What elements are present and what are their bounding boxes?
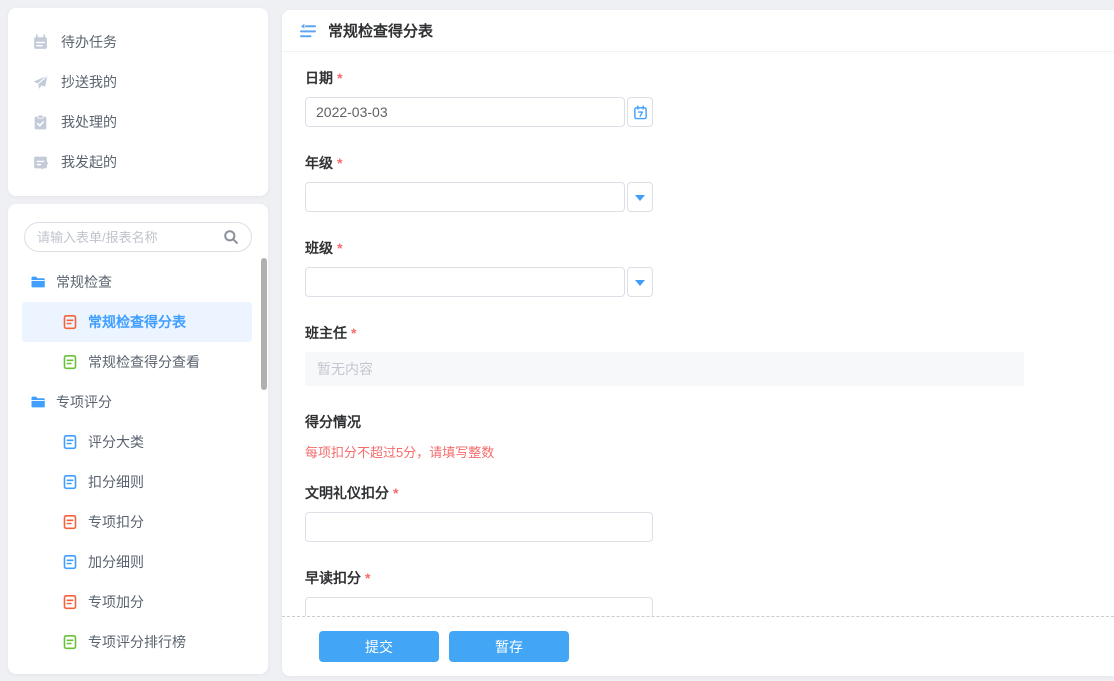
tree-label: 常规检查 [56,274,112,290]
head-teacher-input [305,352,1024,386]
grade-select-input[interactable] [305,182,625,212]
civility-deduction-input[interactable] [305,512,653,542]
tree-label: 扣分细则 [88,474,144,490]
field-grade: 年级 * [305,153,1024,212]
score-section-hint: 每项扣分不超过5分，请填写整数 [305,445,495,460]
field-civility-deduction: 文明礼仪扣分 * [305,483,1024,542]
page-title: 常规检查得分表 [328,23,434,40]
todo-tasks-icon [32,34,49,51]
tree-folder-regular-inspection[interactable]: 常规检查 [22,262,252,302]
tree-folder-special-rating[interactable]: 专项评分 [22,382,252,422]
tree-label: 专项加分 [88,594,144,610]
tree-item-special-bonus[interactable]: 专项加分 [22,582,252,622]
class-dropdown-button[interactable] [627,267,653,297]
collapse-menu-icon[interactable] [298,21,318,41]
tree-item-bonus-rules[interactable]: 加分细则 [22,542,252,582]
document-icon [62,434,78,450]
tree-label: 评分大类 [88,434,144,450]
calendar-icon [633,105,648,120]
class-label: 班级 [305,240,333,256]
nav-item-label: 抄送我的 [61,74,117,90]
tree-label: 常规检查得分查看 [88,354,200,370]
date-input[interactable] [305,97,625,127]
tree-label: 专项扣分 [88,514,144,530]
date-picker-button[interactable] [627,97,653,127]
search-input[interactable] [37,229,223,245]
form-panel: 常规检查得分表 日期* 年级* 班级* [282,10,1114,676]
document-icon [62,554,78,570]
tree-label: 常规检查得分表 [88,314,186,330]
required-marker: * [393,485,399,501]
field-class: 班级 * [305,238,1024,297]
required-marker: * [337,70,343,86]
nav-item-handled-by-me[interactable]: 我处理的 [8,102,268,142]
tree-item-regular-score-view[interactable]: 常规检查得分查看 [22,342,252,382]
required-marker: * [337,240,343,256]
form-body: 日期* 年级* 班级* [282,52,1114,616]
score-section-title: 得分情况 [305,414,361,430]
workflow-nav-card: 待办任务 抄送我的 我处理的 我发起的 [8,8,268,196]
folder-icon [30,274,46,290]
nav-item-label: 待办任务 [61,34,117,50]
tree-item-regular-score-form[interactable]: 常规检查得分表 [22,302,252,342]
search-icon[interactable] [223,229,239,245]
document-icon [62,594,78,610]
nav-item-label: 我发起的 [61,154,117,170]
field-head-teacher: 班主任 * [305,323,1024,386]
form-header: 常规检查得分表 [282,10,1114,52]
tree-item-rating-leaderboard[interactable]: 专项评分排行榜 [22,622,252,662]
clipboard-check-icon [32,114,49,131]
sidebar-scrollbar[interactable] [261,258,267,390]
chevron-down-icon [635,194,645,206]
save-draft-button[interactable]: 暂存 [449,631,569,662]
nav-item-label: 我处理的 [61,114,117,130]
required-marker: * [351,325,357,341]
nav-item-cc-to-me[interactable]: 抄送我的 [8,62,268,102]
tree-label: 加分细则 [88,554,144,570]
form-search-box [24,222,252,252]
tree-item-rating-categories[interactable]: 评分大类 [22,422,252,462]
document-icon [62,474,78,490]
document-icon [62,314,78,330]
civility-label: 文明礼仪扣分 [305,485,389,501]
document-icon [62,634,78,650]
nav-item-initiated-by-me[interactable]: 我发起的 [8,142,268,182]
tree-label: 专项评分排行榜 [88,634,186,650]
nav-item-todo-tasks[interactable]: 待办任务 [8,22,268,62]
morning-reading-deduction-input[interactable] [305,597,653,616]
date-label: 日期 [305,70,333,86]
paper-plane-icon [32,74,49,91]
form-tree-card: 常规检查 常规检查得分表 常规检查得分查看 专项评分 评分大类 扣分细则 专项扣… [8,204,268,674]
submit-button[interactable]: 提交 [319,631,439,662]
chevron-down-icon [635,279,645,291]
tree-item-deduction-rules[interactable]: 扣分细则 [22,462,252,502]
document-icon [62,354,78,370]
field-date: 日期 * [305,68,1024,127]
folder-icon [30,394,46,410]
grade-dropdown-button[interactable] [627,182,653,212]
field-morning-reading-deduction: 早读扣分 * [305,568,1024,616]
document-icon [62,514,78,530]
tree-label: 专项评分 [56,394,112,410]
grade-label: 年级 [305,155,333,171]
form-tree: 常规检查 常规检查得分表 常规检查得分查看 专项评分 评分大类 扣分细则 专项扣… [8,262,268,662]
class-select-input[interactable] [305,267,625,297]
form-footer: 提交 暂存 [282,616,1114,676]
tree-item-special-deduction[interactable]: 专项扣分 [22,502,252,542]
head-teacher-label: 班主任 [305,325,347,341]
morning-reading-label: 早读扣分 [305,570,361,586]
required-marker: * [365,570,371,586]
required-marker: * [337,155,343,171]
document-edit-icon [32,154,49,171]
